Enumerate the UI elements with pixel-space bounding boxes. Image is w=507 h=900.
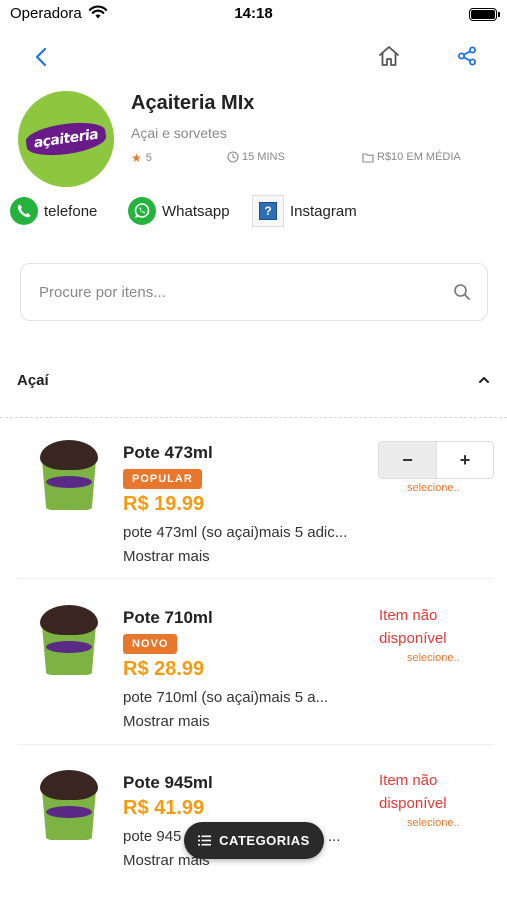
instagram-label: Instagram xyxy=(290,202,357,220)
whatsapp-contact[interactable]: Whatsapp xyxy=(128,194,230,228)
back-icon xyxy=(35,47,47,67)
product-badge: NOVO xyxy=(123,634,178,654)
share-button[interactable] xyxy=(454,43,480,69)
star-icon: ★ xyxy=(131,151,142,165)
product-divider xyxy=(17,578,493,579)
product-image xyxy=(38,440,100,514)
product-image xyxy=(38,605,100,679)
status-bar: Operadora 14:18 xyxy=(0,0,507,30)
phone-label: telefone xyxy=(44,202,98,220)
select-hint: selecione.. xyxy=(407,652,460,664)
product-name: Pote 710ml xyxy=(123,608,213,627)
product-name: Pote 945ml xyxy=(123,773,213,792)
select-hint: selecione.. xyxy=(407,482,460,494)
store-name: Açaiteria MIx xyxy=(131,92,255,114)
nav-bar xyxy=(0,38,507,78)
delivery-time-value: 15 MINS xyxy=(242,151,285,163)
select-hint: selecione.. xyxy=(407,817,460,829)
product-image xyxy=(38,770,100,844)
home-icon xyxy=(379,46,399,66)
whatsapp-icon xyxy=(128,197,156,225)
product-description: pote 473ml (so açai)mais 5 adic... xyxy=(123,524,348,541)
product-description-tail: ... xyxy=(328,828,341,845)
logo-banner: açaiteria xyxy=(24,118,108,160)
store-meta: ★ 5 15 MINS R$10 EM MÉDIA xyxy=(131,151,491,167)
search-placeholder: Procure por itens... xyxy=(39,284,166,301)
back-button[interactable] xyxy=(28,44,54,70)
product-price: R$ 28.99 xyxy=(123,658,205,680)
delivery-time: 15 MINS xyxy=(227,151,285,163)
product-name: Pote 473ml xyxy=(123,443,213,462)
product-price: R$ 19.99 xyxy=(123,493,205,515)
categories-label: CATEGORIAS xyxy=(219,833,310,848)
increase-button[interactable]: + xyxy=(435,442,493,478)
product-item[interactable]: Pote 710ml NOVO R$ 28.99 pote 710ml (so … xyxy=(0,585,507,750)
battery-icon xyxy=(469,8,500,21)
instagram-contact[interactable]: ? Instagram xyxy=(252,194,357,228)
quantity-stepper[interactable]: − + xyxy=(378,441,494,479)
price-range-value: R$10 EM MÉDIA xyxy=(377,151,461,163)
chevron-up-icon[interactable] xyxy=(477,373,491,387)
product-divider xyxy=(17,744,493,745)
categories-button[interactable]: CATEGORIAS xyxy=(184,822,324,859)
home-button[interactable] xyxy=(375,42,403,70)
category-title: Açaí xyxy=(17,372,49,389)
category-divider xyxy=(0,417,507,418)
category-header[interactable]: Açaí xyxy=(0,360,507,404)
list-icon xyxy=(198,835,212,846)
unavailable-label: Item não disponível xyxy=(379,772,447,812)
product-description: pote 945 xyxy=(123,828,182,845)
show-more-link[interactable]: Mostrar mais xyxy=(123,713,210,730)
product-description: pote 710ml (so açai)mais 5 a... xyxy=(123,689,329,706)
clock-time: 14:18 xyxy=(234,5,273,22)
product-price: R$ 41.99 xyxy=(123,797,205,819)
store-description: Açai e sorvetes xyxy=(131,125,227,141)
phone-icon xyxy=(10,197,38,225)
share-icon xyxy=(458,46,476,66)
logo-text: açaiteria xyxy=(32,126,100,152)
missing-image-icon: ? xyxy=(259,202,277,220)
product-badge: POPULAR xyxy=(123,469,202,489)
folder-icon xyxy=(362,152,374,163)
store-rating: ★ 5 xyxy=(131,151,152,165)
contact-row: telefone Whatsapp ? Instagram xyxy=(10,194,490,228)
search-input[interactable]: Procure por itens... xyxy=(20,263,488,321)
store-logo: açaiteria xyxy=(18,91,114,187)
rating-value: 5 xyxy=(145,152,152,164)
whatsapp-label: Whatsapp xyxy=(162,202,230,220)
decrease-button[interactable]: − xyxy=(379,442,436,478)
product-item[interactable]: Pote 473ml POPULAR R$ 19.99 pote 473ml (… xyxy=(0,420,507,585)
search-icon[interactable] xyxy=(453,283,471,301)
price-range: R$10 EM MÉDIA xyxy=(362,151,461,163)
unavailable-label: Item não disponível xyxy=(379,607,447,647)
instagram-icon: ? xyxy=(252,195,284,227)
show-more-link[interactable]: Mostrar mais xyxy=(123,548,210,565)
phone-contact[interactable]: telefone xyxy=(10,194,97,228)
clock-icon xyxy=(227,151,239,163)
